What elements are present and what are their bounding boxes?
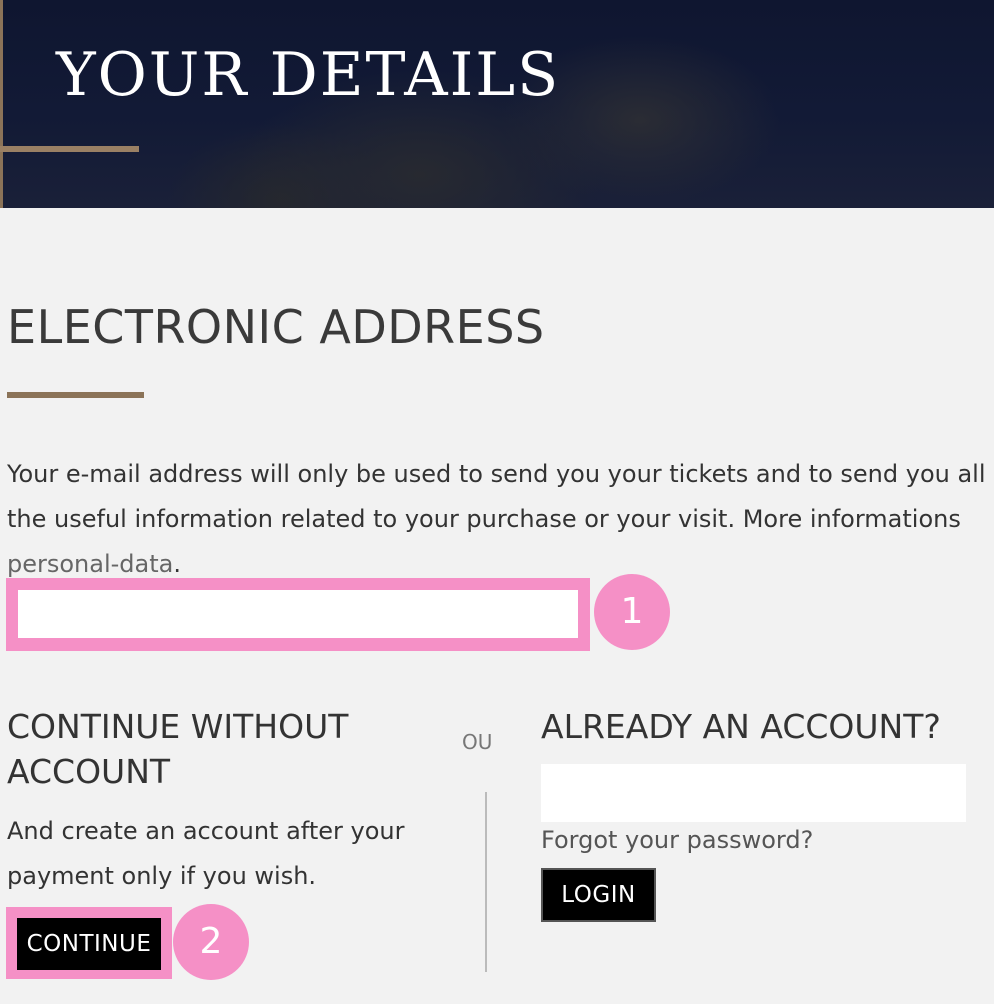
personal-data-link[interactable]: personal-data xyxy=(7,550,173,578)
forgot-password-link[interactable]: Forgot your password? xyxy=(541,826,813,854)
email-usage-notice: Your e-mail address will only be used to… xyxy=(7,452,987,587)
email-usage-text: Your e-mail address will only be used to… xyxy=(7,460,986,533)
page-header-banner: YOUR DETAILS xyxy=(0,0,994,208)
banner-side-accent xyxy=(0,0,3,208)
or-separator-label: OU xyxy=(462,730,493,754)
step-marker-1: 1 xyxy=(594,574,670,650)
continue-button[interactable]: CONTINUE xyxy=(17,918,161,970)
page-title-underline xyxy=(0,146,139,152)
email-field[interactable] xyxy=(18,590,578,638)
step-marker-2: 2 xyxy=(173,904,249,980)
login-heading: ALREADY AN ACCOUNT? xyxy=(541,707,941,746)
page-title: YOUR DETAILS xyxy=(56,40,561,110)
column-divider xyxy=(485,792,487,972)
email-usage-period: . xyxy=(173,550,181,578)
electronic-address-underline xyxy=(7,392,144,398)
guest-checkout-description: And create an account after your payment… xyxy=(7,817,405,890)
electronic-address-heading: ELECTRONIC ADDRESS xyxy=(7,300,545,354)
guest-checkout-heading: CONTINUE WITHOUT ACCOUNT xyxy=(7,707,349,791)
login-button[interactable]: LOGIN xyxy=(541,868,656,922)
account-login-field[interactable] xyxy=(541,764,966,822)
